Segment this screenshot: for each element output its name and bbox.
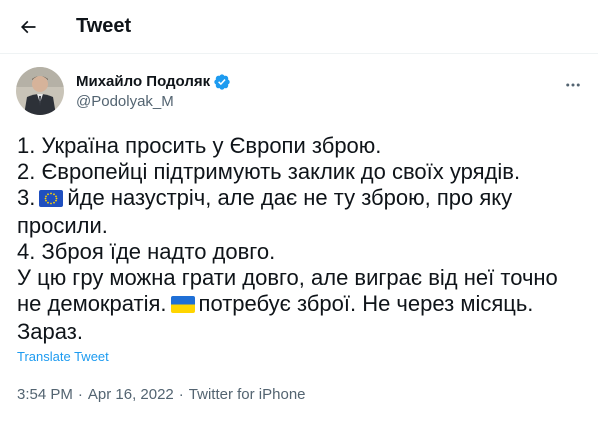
more-options-button[interactable] bbox=[562, 74, 584, 96]
tweet-line: У цю гру можна грати довго, але виграє в… bbox=[17, 265, 558, 290]
tweet-line: 1. Україна просить у Європи зброю. bbox=[17, 133, 382, 158]
tweet-line: не демократія. потребує зброї. Не через м… bbox=[17, 291, 578, 319]
tweet-line: Зараз. bbox=[17, 319, 83, 344]
separator: · bbox=[77, 386, 83, 403]
tweet-author: Михайло Подоляк @Podolyak_M bbox=[0, 66, 598, 116]
back-button[interactable] bbox=[11, 10, 45, 44]
tweet-line: 3. йде назустріч, але дає не ту зброю, пр… bbox=[17, 185, 578, 213]
tweet-time[interactable]: 3:54 PM bbox=[17, 386, 73, 403]
arrow-left-icon bbox=[20, 20, 36, 33]
tweet-line: 4. Зброя їде надто довго. bbox=[17, 239, 276, 264]
tweet-source[interactable]: Twitter for iPhone bbox=[189, 386, 306, 403]
tweet-text: 1. Україна просить у Європи зброю. 2. Єв… bbox=[0, 133, 598, 345]
eu-flag-icon bbox=[39, 187, 64, 213]
author-names: Михайло Подоляк @Podolyak_M bbox=[76, 73, 231, 110]
avatar[interactable] bbox=[16, 67, 64, 115]
verified-badge-icon bbox=[213, 73, 231, 91]
page-title: Tweet bbox=[76, 15, 132, 37]
tweet-metadata: 3:54 PM · Apr 16, 2022 · Twitter for iPh… bbox=[17, 386, 598, 403]
separator: · bbox=[178, 386, 184, 403]
ukraine-flag-icon bbox=[170, 293, 195, 319]
tweet-line: 2. Європейці підтримують заклик до своїх… bbox=[17, 159, 521, 184]
display-name[interactable]: Михайло Подоляк bbox=[76, 73, 210, 90]
tweet-line: просили. bbox=[17, 213, 108, 238]
translate-tweet-link[interactable]: Translate Tweet bbox=[17, 349, 598, 364]
user-handle[interactable]: @Podolyak_M bbox=[76, 93, 231, 110]
more-dots-icon bbox=[566, 83, 580, 87]
top-bar: Tweet bbox=[0, 0, 598, 54]
tweet-date[interactable]: Apr 16, 2022 bbox=[88, 386, 174, 403]
